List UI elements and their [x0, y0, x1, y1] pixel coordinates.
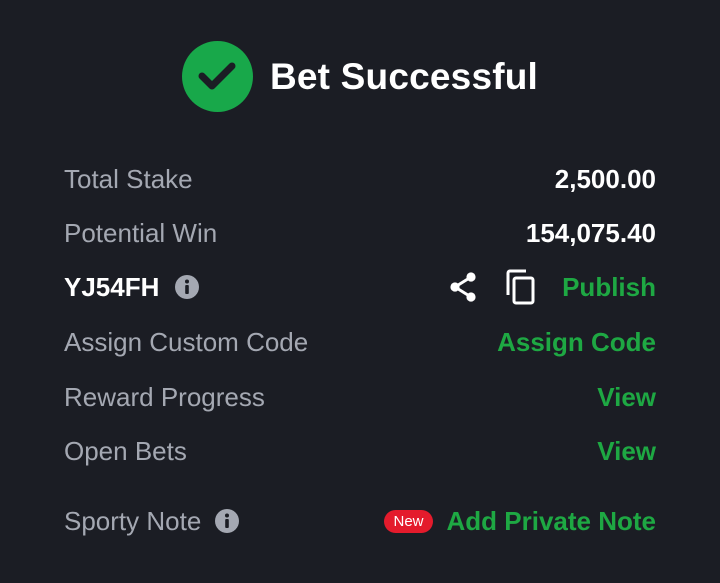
sporty-note-group: Sporty Note	[64, 505, 240, 537]
booking-code: YJ54FH	[64, 271, 160, 302]
bet-success-header: Bet Successful	[0, 40, 720, 112]
add-private-note-button[interactable]: Add Private Note	[447, 506, 657, 537]
publish-button[interactable]: Publish	[562, 272, 656, 303]
custom-code-label: Assign Custom Code	[64, 326, 309, 357]
sporty-note-label: Sporty Note	[64, 505, 202, 536]
total-stake-label: Total Stake	[64, 163, 193, 194]
sporty-note-actions: New Add Private Note	[384, 506, 656, 537]
booking-code-group: YJ54FH	[64, 271, 200, 303]
booking-code-row: YJ54FH Publish	[64, 265, 656, 309]
total-stake-value: 2,500.00	[554, 163, 656, 194]
custom-code-row: Assign Custom Code Assign Code	[64, 320, 656, 364]
potential-win-row: Potential Win 154,075.40	[64, 211, 656, 255]
share-icon[interactable]	[448, 271, 478, 303]
page-title: Bet Successful	[269, 55, 539, 97]
reward-progress-row: Reward Progress View	[64, 375, 656, 419]
info-icon[interactable]	[215, 509, 240, 533]
open-bets-label: Open Bets	[64, 435, 187, 466]
new-badge: New	[384, 509, 433, 533]
assign-code-button[interactable]: Assign Code	[497, 327, 656, 358]
open-bets-view-button[interactable]: View	[597, 436, 656, 467]
reward-progress-label: Reward Progress	[64, 381, 265, 412]
reward-progress-view-button[interactable]: View	[597, 382, 656, 413]
sporty-note-row: Sporty Note New Add Private Note	[64, 499, 656, 543]
booking-actions: Publish	[448, 269, 656, 305]
copy-icon[interactable]	[504, 269, 536, 305]
info-icon[interactable]	[175, 275, 200, 299]
potential-win-value: 154,075.40	[525, 217, 656, 248]
potential-win-label: Potential Win	[64, 217, 218, 248]
check-icon	[181, 40, 253, 112]
total-stake-row: Total Stake 2,500.00	[64, 157, 656, 201]
open-bets-row: Open Bets View	[64, 429, 656, 473]
